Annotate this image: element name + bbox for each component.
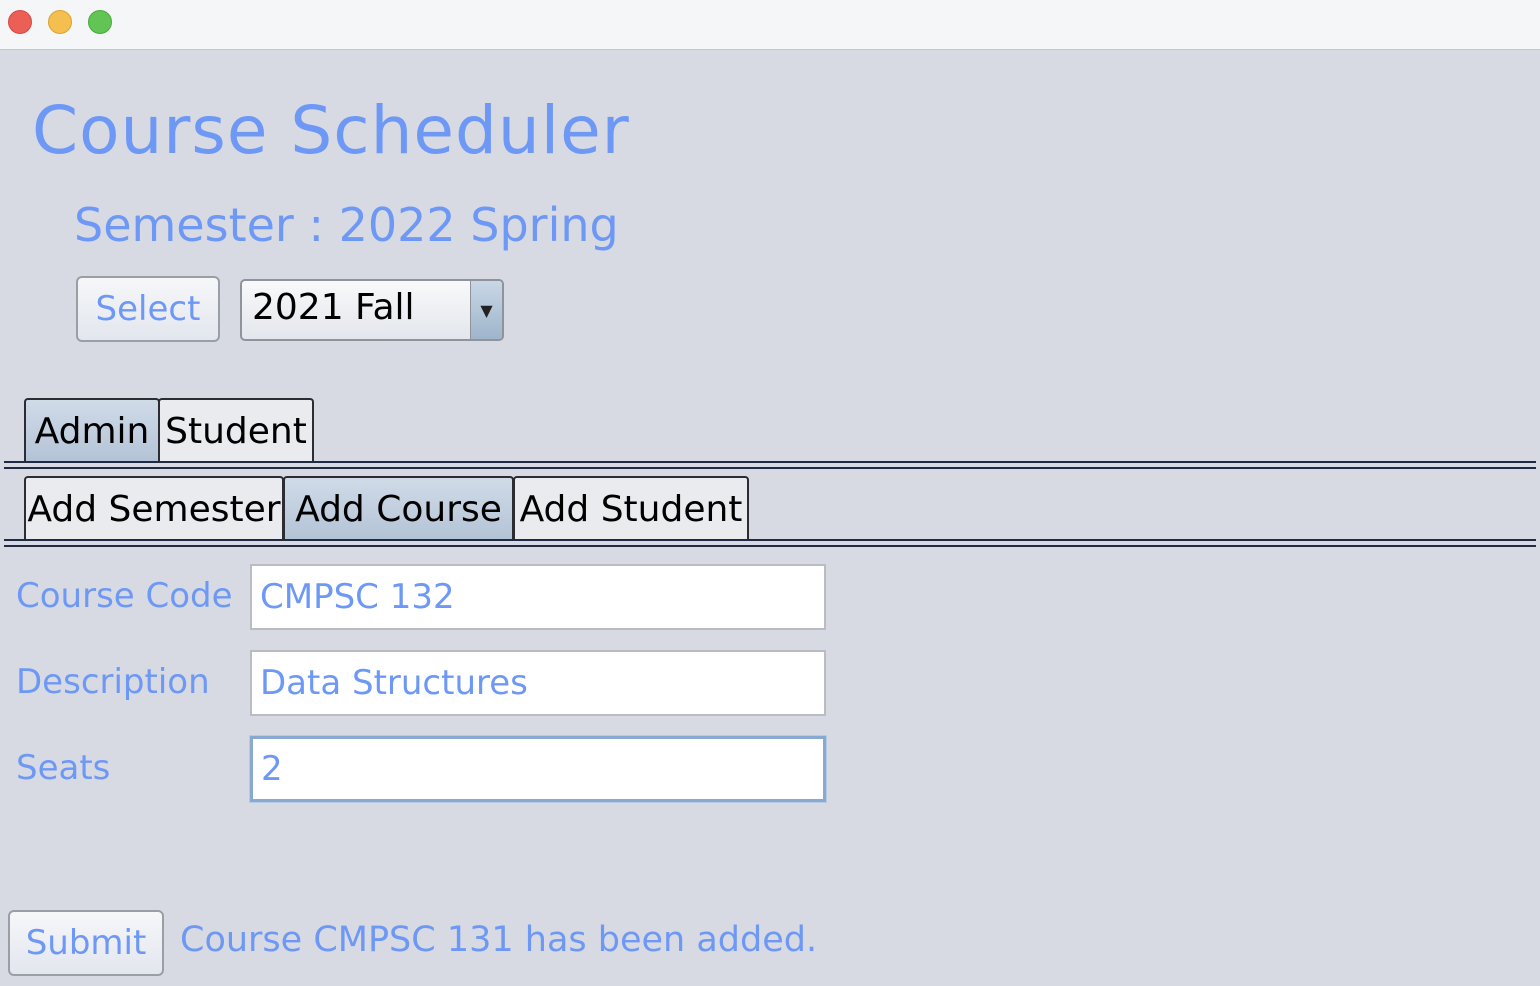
- description-label: Description: [16, 662, 210, 702]
- tab-admin[interactable]: Admin: [24, 398, 160, 462]
- seats-label: Seats: [16, 748, 111, 788]
- window-titlebar: [0, 0, 1540, 50]
- minimize-window-icon[interactable]: [48, 10, 72, 34]
- maximize-window-icon[interactable]: [88, 10, 112, 34]
- course-code-field[interactable]: [250, 564, 826, 630]
- semester-dropdown-value: 2021 Fall: [252, 287, 415, 328]
- tab-add-semester[interactable]: Add Semester: [24, 476, 284, 540]
- app-title: Course Scheduler: [32, 92, 630, 169]
- chevron-down-icon[interactable]: ▼: [470, 281, 502, 339]
- current-semester-label: Semester : 2022 Spring: [74, 198, 619, 252]
- semester-dropdown[interactable]: 2021 Fall ▼: [240, 279, 504, 341]
- tab-divider: [4, 461, 1536, 463]
- tab-divider: [4, 539, 1536, 541]
- tab-divider: [4, 467, 1536, 469]
- submit-button[interactable]: Submit: [8, 910, 164, 976]
- tab-add-student[interactable]: Add Student: [513, 476, 749, 540]
- course-code-label: Course Code: [16, 576, 233, 616]
- seats-field[interactable]: [250, 736, 826, 802]
- select-semester-button[interactable]: Select: [76, 276, 220, 342]
- close-window-icon[interactable]: [8, 10, 32, 34]
- status-message: Course CMPSC 131 has been added.: [180, 920, 818, 960]
- description-field[interactable]: [250, 650, 826, 716]
- tab-add-course[interactable]: Add Course: [283, 476, 514, 540]
- tab-divider: [4, 545, 1536, 547]
- tab-student[interactable]: Student: [158, 398, 314, 462]
